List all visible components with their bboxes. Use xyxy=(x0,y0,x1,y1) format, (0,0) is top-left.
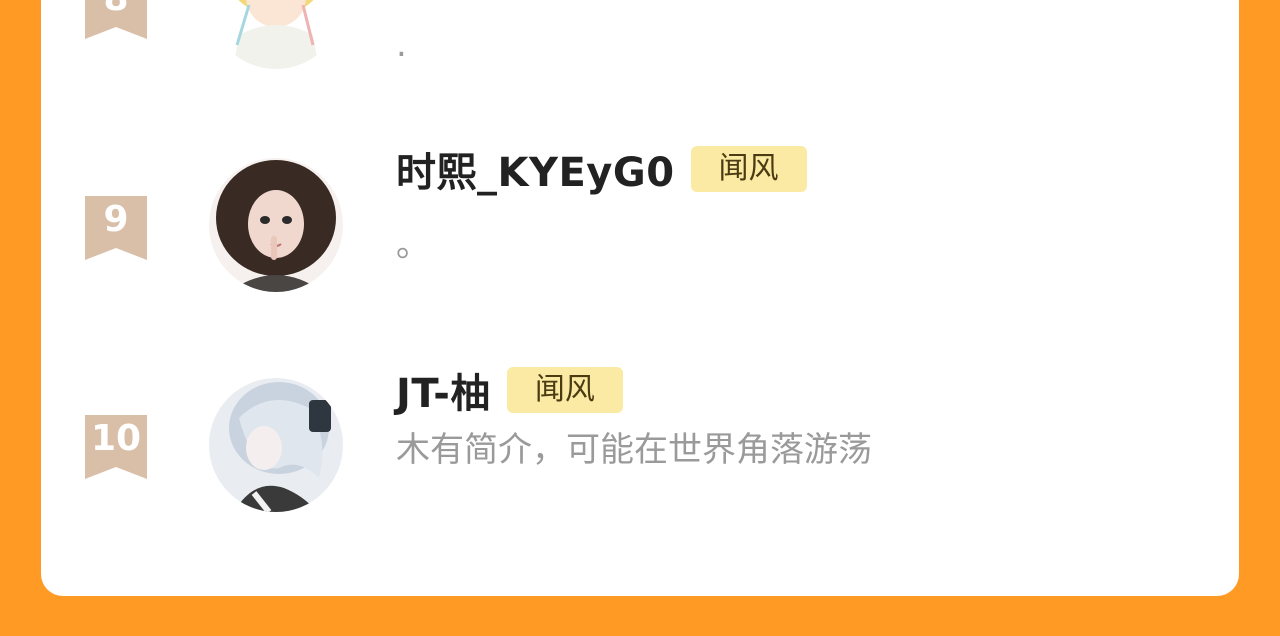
user-avatar[interactable] xyxy=(209,158,343,292)
rank-badge: 10 xyxy=(85,415,147,479)
rank-badge: 8 xyxy=(85,0,147,39)
user-avatar[interactable] xyxy=(209,378,343,512)
user-bio: 。 xyxy=(396,225,430,265)
ranking-row[interactable]: 9 时熙_KYEyG0 闻风 。 xyxy=(41,146,1239,295)
user-tag-badge: 闻风 xyxy=(506,367,623,413)
user-bio: . xyxy=(396,25,407,65)
anime-avatar-blonde-icon xyxy=(209,0,343,69)
anime-avatar-dark-hair-icon xyxy=(209,158,343,292)
ranking-card: 8 . 9 xyxy=(41,0,1239,596)
anime-avatar-silver-hair-icon xyxy=(209,378,343,512)
rank-badge: 9 xyxy=(85,196,147,260)
rank-number: 10 xyxy=(90,418,142,459)
user-name-line: JT-柚 闻风 xyxy=(396,361,623,419)
user-avatar[interactable] xyxy=(209,0,343,69)
rank-number: 9 xyxy=(103,199,129,240)
ranking-row[interactable]: 10 JT-柚 闻风 木有简介，可能在世界角落游荡 xyxy=(41,367,1239,514)
user-tag-badge: 闻风 xyxy=(690,146,807,192)
user-name-line: 时熙_KYEyG0 闻风 xyxy=(396,140,807,198)
user-name[interactable]: 时熙_KYEyG0 xyxy=(396,140,675,198)
user-bio: 木有简介，可能在世界角落游荡 xyxy=(396,430,872,470)
rank-number: 8 xyxy=(85,0,147,19)
ranking-row[interactable]: 8 . xyxy=(41,0,1239,69)
user-name[interactable]: JT-柚 xyxy=(396,361,491,419)
